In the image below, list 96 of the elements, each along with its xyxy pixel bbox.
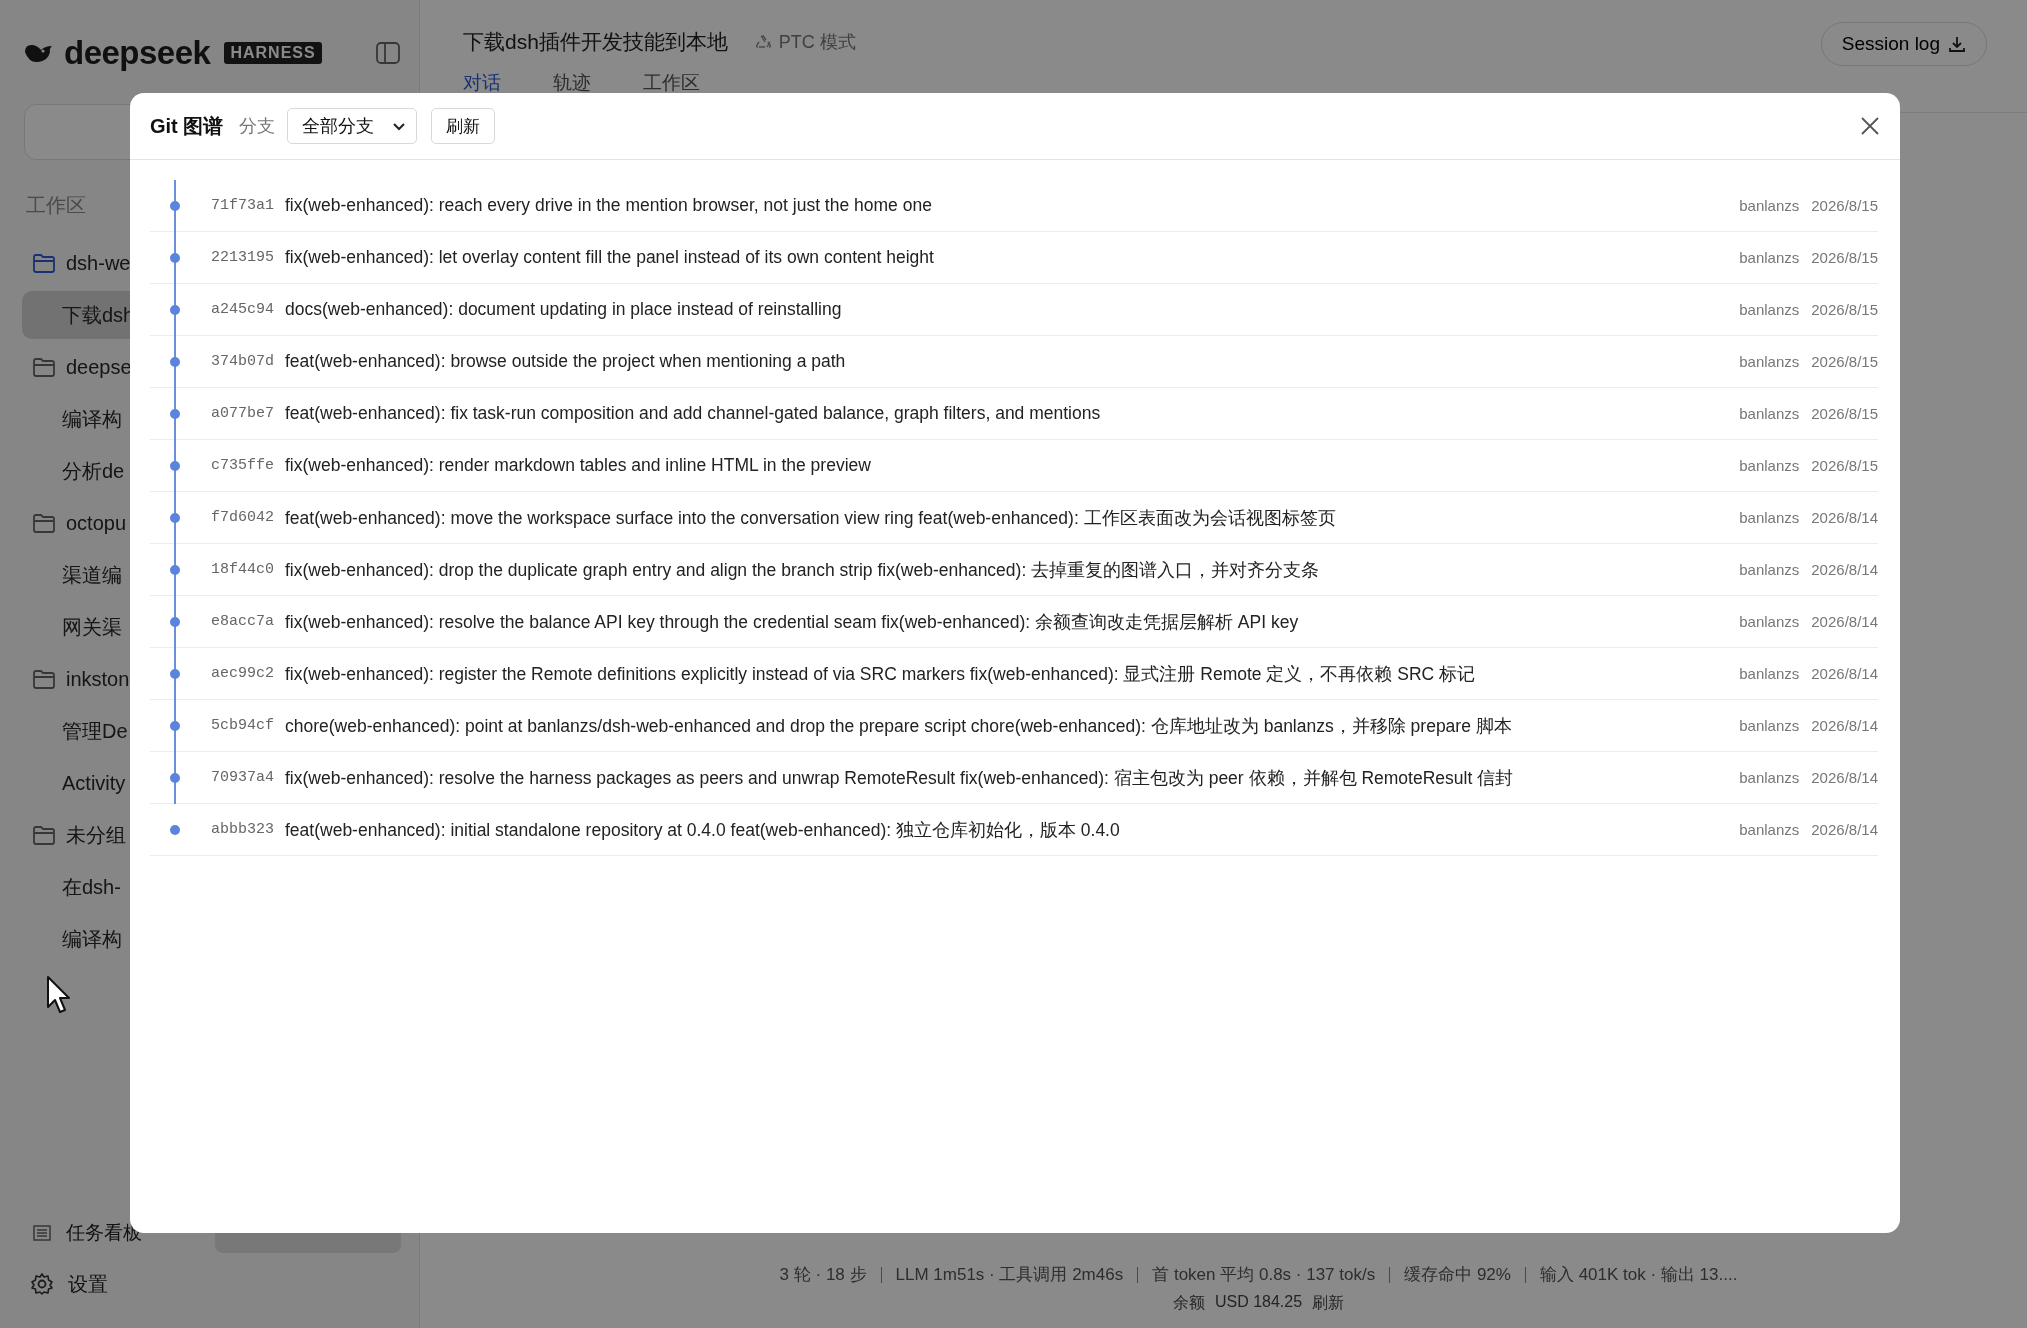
commit-message: fix(web-enhanced): reach every drive in the mention browser, not just the home one [285, 195, 933, 216]
branch-select[interactable]: 全部分支 [287, 108, 418, 144]
download-icon [1948, 35, 1966, 53]
commit-message: fix(web-enhanced): render markdown tables and inline HTML in the preview [285, 455, 872, 476]
commit-dot [170, 720, 180, 731]
commit-date: 2026/8/15 [1811, 457, 1878, 474]
commit-date: 2026/8/14 [1811, 821, 1878, 838]
commit-date: 2026/8/14 [1811, 561, 1878, 578]
refresh-link[interactable]: 刷新 [1312, 1293, 1345, 1314]
chevron-down-icon [392, 120, 407, 132]
commit-date: 2026/8/15 [1811, 249, 1878, 266]
section-title: 工作区 [26, 193, 86, 218]
commit-date: 2026/8/14 [1811, 665, 1878, 682]
logo-wordmark: deepseek [64, 34, 211, 72]
commit-dot [170, 460, 180, 471]
folder-label[interactable]: dsh-we [66, 251, 131, 275]
commit-author: banlanzs [1739, 509, 1800, 526]
stat-text: LLM 1m51s · 工具调用 2m46s [880, 1267, 1138, 1283]
commit-date: 2026/8/15 [1811, 301, 1878, 318]
commit-author: banlanzs [1739, 249, 1800, 266]
commit-author: banlanzs [1739, 665, 1800, 682]
commit-message: chore(web-enhanced): point at banlanzs/dsh-web-enhanced and drop the prepare script chore(web-enhanced): 仓库地址改为 banlanzs，并移除 prepare 脚本 [285, 714, 1513, 738]
commit-hash: c735ffe [211, 457, 275, 474]
commit-hash: 2213195 [211, 249, 275, 266]
commit-author: banlanzs [1739, 353, 1800, 370]
commit-date: 2026/8/14 [1811, 769, 1878, 786]
commit-author: banlanzs [1739, 197, 1800, 214]
commit-message: fix(web-enhanced): resolve the balance API key through the credential seam fix(web-enhanced): 余额查询改走凭据层解析 API key [285, 610, 1300, 634]
commit-message: feat(web-enhanced): move the workspace surface into the conversation view ring feat(web-enhanced): 工作区表面改为会话视图标签页 [285, 506, 1337, 530]
stat-text: 3 轮 · 18 步 [778, 1267, 868, 1283]
commit-date: 2026/8/14 [1811, 613, 1878, 630]
commit-message: feat(web-enhanced): initial standalone repository at 0.4.0 feat(web-enhanced): 独立仓库初始化，版本 0.4.0 [285, 818, 1121, 842]
commit-hash: 18f44c0 [211, 561, 275, 578]
commit-author: banlanzs [1739, 301, 1800, 318]
commit-dot [170, 772, 180, 783]
commit-hash: e8acc7a [211, 613, 275, 630]
commit-message: fix(web-enhanced): let overlay content fill the panel instead of its own content height [285, 247, 935, 268]
commit-author: banlanzs [1739, 561, 1800, 578]
balance-value: USD 184.25 [1214, 1293, 1303, 1312]
folder-label[interactable]: octopu [66, 511, 127, 535]
commit-message: feat(web-enhanced): browse outside the project when mentioning a path [285, 351, 847, 372]
folder-label[interactable]: 未分组 [66, 821, 126, 849]
commit-dot [170, 304, 180, 315]
mouse-pointer-icon [46, 975, 72, 1015]
commit-author: banlanzs [1739, 613, 1800, 630]
commit-hash: 5cb94cf [211, 717, 275, 734]
commit-dot [170, 356, 180, 367]
branch-label: 分支 [239, 115, 276, 138]
refresh-button[interactable]: 刷新 [431, 108, 496, 144]
commit-hash: 71f73a1 [211, 197, 275, 214]
commit-hash: 70937a4 [211, 769, 275, 786]
commit-date: 2026/8/14 [1811, 509, 1878, 526]
dialog-title: Git 图谱 [150, 113, 224, 139]
commit-message: feat(web-enhanced): fix task-run composition and add channel-gated balance, graph filters, and mentions [285, 403, 1102, 424]
commit-date: 2026/8/14 [1811, 717, 1878, 734]
commit-hash: 374b07d [211, 353, 275, 370]
logo-badge: HARNESS [224, 42, 322, 64]
stat-text: 缓存命中 92% [1389, 1267, 1525, 1283]
commit-author: banlanzs [1739, 821, 1800, 838]
session-log-button[interactable]: Session log [1820, 22, 1987, 66]
commit-hash: a077be7 [211, 405, 275, 422]
commit-hash: aec99c2 [211, 665, 275, 682]
balance-label: 余额 [1172, 1293, 1205, 1313]
commit-date: 2026/8/15 [1811, 405, 1878, 422]
settings-link[interactable]: 设置 [68, 1270, 108, 1298]
commit-date: 2026/8/15 [1811, 353, 1878, 370]
commit-hash: abbb323 [211, 821, 275, 838]
sidebar-toggle-icon[interactable] [375, 40, 401, 66]
commit-message: docs(web-enhanced): document updating in place instead of reinstalling [285, 299, 843, 320]
list-icon [32, 1223, 52, 1243]
commit-dot [170, 200, 180, 211]
commit-dot [170, 564, 180, 575]
commit-message: fix(web-enhanced): drop the duplicate graph entry and align the branch strip fix(web-enhanced): 去掉重复的图谱入口，并对齐分支条 [285, 558, 1321, 582]
mode-label: PTC 模式 [778, 31, 856, 54]
commit-dot [170, 824, 180, 835]
commit-dot [170, 252, 180, 263]
settings-icon[interactable] [30, 1272, 54, 1296]
commit-author: banlanzs [1739, 769, 1800, 786]
commit-message: fix(web-enhanced): resolve the harness packages as peers and unwrap RemoteResult fix(web-enhanced): 宿主包改为 peer 依赖，并解包 RemoteResult 信封 [285, 766, 1515, 790]
commit-hash: f7d6042 [211, 509, 275, 526]
commit-author: banlanzs [1739, 717, 1800, 734]
commit-message: fix(web-enhanced): register the Remote definitions explicitly instead of via SRC markers fix(web-enhanced): 显式注册 Remote 定义，不再依赖 SRC 标记 [285, 662, 1477, 686]
close-icon[interactable] [1860, 116, 1880, 136]
commit-date: 2026/8/15 [1811, 197, 1878, 214]
commit-dot [170, 512, 180, 523]
folder-label[interactable]: deepse [66, 355, 132, 379]
commit-author: banlanzs [1739, 457, 1800, 474]
stat-text: 首 token 平均 0.8s · 137 tok/s [1137, 1267, 1390, 1283]
commit-author: banlanzs [1739, 405, 1800, 422]
stat-text: 输入 401K tok · 输出 13.... [1524, 1267, 1752, 1283]
commit-dot [170, 668, 180, 679]
commit-hash: a245c94 [211, 301, 275, 318]
folder-label[interactable]: inkston [66, 667, 130, 691]
session-title: 下载dsh插件开发技能到本地 [463, 29, 728, 55]
commit-dot [170, 408, 180, 419]
commit-dot [170, 616, 180, 627]
